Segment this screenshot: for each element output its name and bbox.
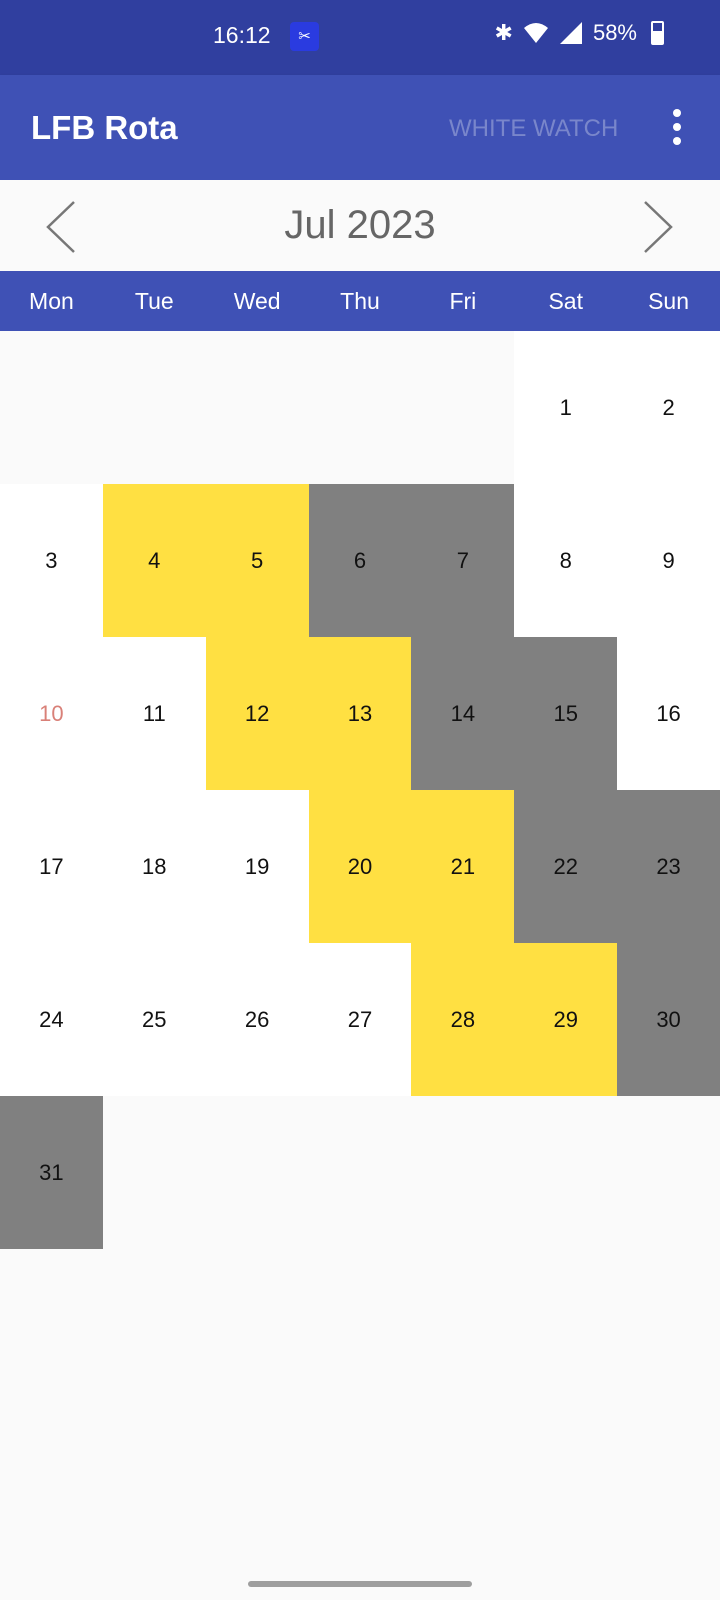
day-cell[interactable]: 21 (411, 790, 515, 943)
day-cell[interactable]: 5 (205, 484, 309, 637)
day-cell[interactable]: 14 (411, 637, 515, 790)
day-cell[interactable]: 16 (617, 637, 720, 790)
day-cell[interactable]: 10 (0, 637, 103, 790)
empty-cell (411, 331, 515, 484)
month-header: Jul 2023 (0, 180, 720, 271)
day-cell[interactable]: 20 (308, 790, 412, 943)
day-cell[interactable]: 17 (0, 790, 103, 943)
day-number: 4 (148, 547, 161, 573)
bluetooth-icon: ✱ (494, 20, 513, 45)
day-cell[interactable]: 18 (102, 790, 206, 943)
day-number: 30 (656, 1006, 681, 1032)
weekday-sun: Sun (648, 288, 690, 314)
battery-percent: 58% (592, 20, 637, 45)
day-number: 8 (559, 547, 572, 573)
weekday-wed: Wed (233, 288, 281, 314)
weekday-thu: Thu (340, 288, 380, 314)
day-number: 19 (244, 853, 270, 879)
day-number: 16 (656, 700, 681, 726)
day-number: 1 (559, 394, 572, 420)
empty-cell (205, 331, 309, 484)
day-number: 28 (450, 1006, 476, 1032)
month-label: Jul 2023 (284, 203, 436, 247)
day-cell[interactable]: 26 (205, 943, 309, 1096)
weekday-tue: Tue (134, 288, 174, 314)
day-cell[interactable]: 27 (308, 943, 412, 1096)
day-number: 27 (347, 1006, 373, 1032)
day-cell[interactable]: 7 (411, 484, 515, 637)
empty-cell (308, 331, 412, 484)
day-number: 3 (45, 547, 58, 573)
wifi-icon (523, 23, 548, 43)
day-cell[interactable]: 15 (514, 637, 618, 790)
empty-cell (0, 331, 103, 484)
day-cell[interactable]: 24 (0, 943, 103, 1096)
day-number: 18 (142, 853, 167, 879)
weekday-sat: Sat (548, 288, 583, 314)
day-number: 26 (244, 1006, 270, 1032)
day-cell[interactable]: 12 (205, 637, 309, 790)
day-cell[interactable]: 13 (308, 637, 412, 790)
day-number: 11 (142, 700, 166, 726)
day-number: 9 (662, 547, 675, 573)
day-number: 5 (251, 547, 264, 573)
day-number: 14 (450, 700, 476, 726)
day-number: 10 (39, 700, 64, 726)
day-number: 7 (456, 547, 469, 573)
day-cell[interactable]: 30 (617, 943, 720, 1096)
day-cell[interactable]: 25 (102, 943, 206, 1096)
chevron-right-icon[interactable] (635, 200, 685, 254)
weekday-fri: Fri (449, 288, 477, 314)
day-cell[interactable]: 23 (617, 790, 720, 943)
watch-selector-button[interactable]: WHITE WATCH (449, 115, 618, 143)
day-cell[interactable]: 8 (514, 484, 618, 637)
day-cell[interactable]: 28 (411, 943, 515, 1096)
empty-cell (102, 331, 206, 484)
day-cell[interactable]: 11 (102, 637, 206, 790)
day-number: 17 (39, 853, 64, 879)
more-vert-icon[interactable] (660, 105, 694, 149)
status-bar: 16:12 ✂ ✱ 58% (0, 0, 720, 75)
calendar-grid: 1 2 3 4 5 6 7 8 9 10 11 12 13 14 15 16 17 18 19 20 21 22 23 24 2… (0, 331, 720, 1249)
day-number: 12 (244, 700, 270, 726)
day-cell[interactable]: 1 (514, 331, 618, 484)
weekday-mon: Mon (29, 288, 74, 314)
day-number: 13 (347, 700, 373, 726)
day-cell[interactable]: 6 (308, 484, 412, 637)
day-cell[interactable]: 9 (617, 484, 720, 637)
status-time: 16:12 (213, 22, 271, 48)
day-number: 21 (450, 853, 476, 879)
day-number: 31 (39, 1159, 64, 1185)
day-number: 24 (39, 1006, 64, 1032)
day-number: 22 (553, 853, 578, 879)
app-bar: LFB Rota WHITE WATCH (0, 75, 720, 180)
screen-record-icon: ✂ (290, 22, 319, 51)
day-number: 20 (347, 853, 373, 879)
battery-icon (651, 21, 664, 45)
day-number: 6 (353, 547, 367, 573)
day-number: 25 (142, 1006, 167, 1032)
day-cell[interactable]: 2 (617, 331, 720, 484)
day-cell[interactable]: 22 (514, 790, 618, 943)
signal-icon (559, 22, 582, 44)
day-cell[interactable]: 19 (205, 790, 309, 943)
weekday-header: Mon Tue Wed Thu Fri Sat Sun (0, 271, 720, 331)
day-number: 29 (553, 1006, 578, 1032)
day-number: 23 (656, 853, 681, 879)
app-title: LFB Rota (31, 109, 178, 146)
day-cell[interactable]: 31 (0, 1096, 103, 1249)
day-number: 15 (553, 700, 578, 726)
day-cell[interactable]: 4 (102, 484, 206, 637)
day-number: 2 (662, 394, 675, 420)
day-cell[interactable]: 29 (514, 943, 618, 1096)
day-cell[interactable]: 3 (0, 484, 103, 637)
gesture-nav-bar[interactable] (248, 1581, 472, 1587)
